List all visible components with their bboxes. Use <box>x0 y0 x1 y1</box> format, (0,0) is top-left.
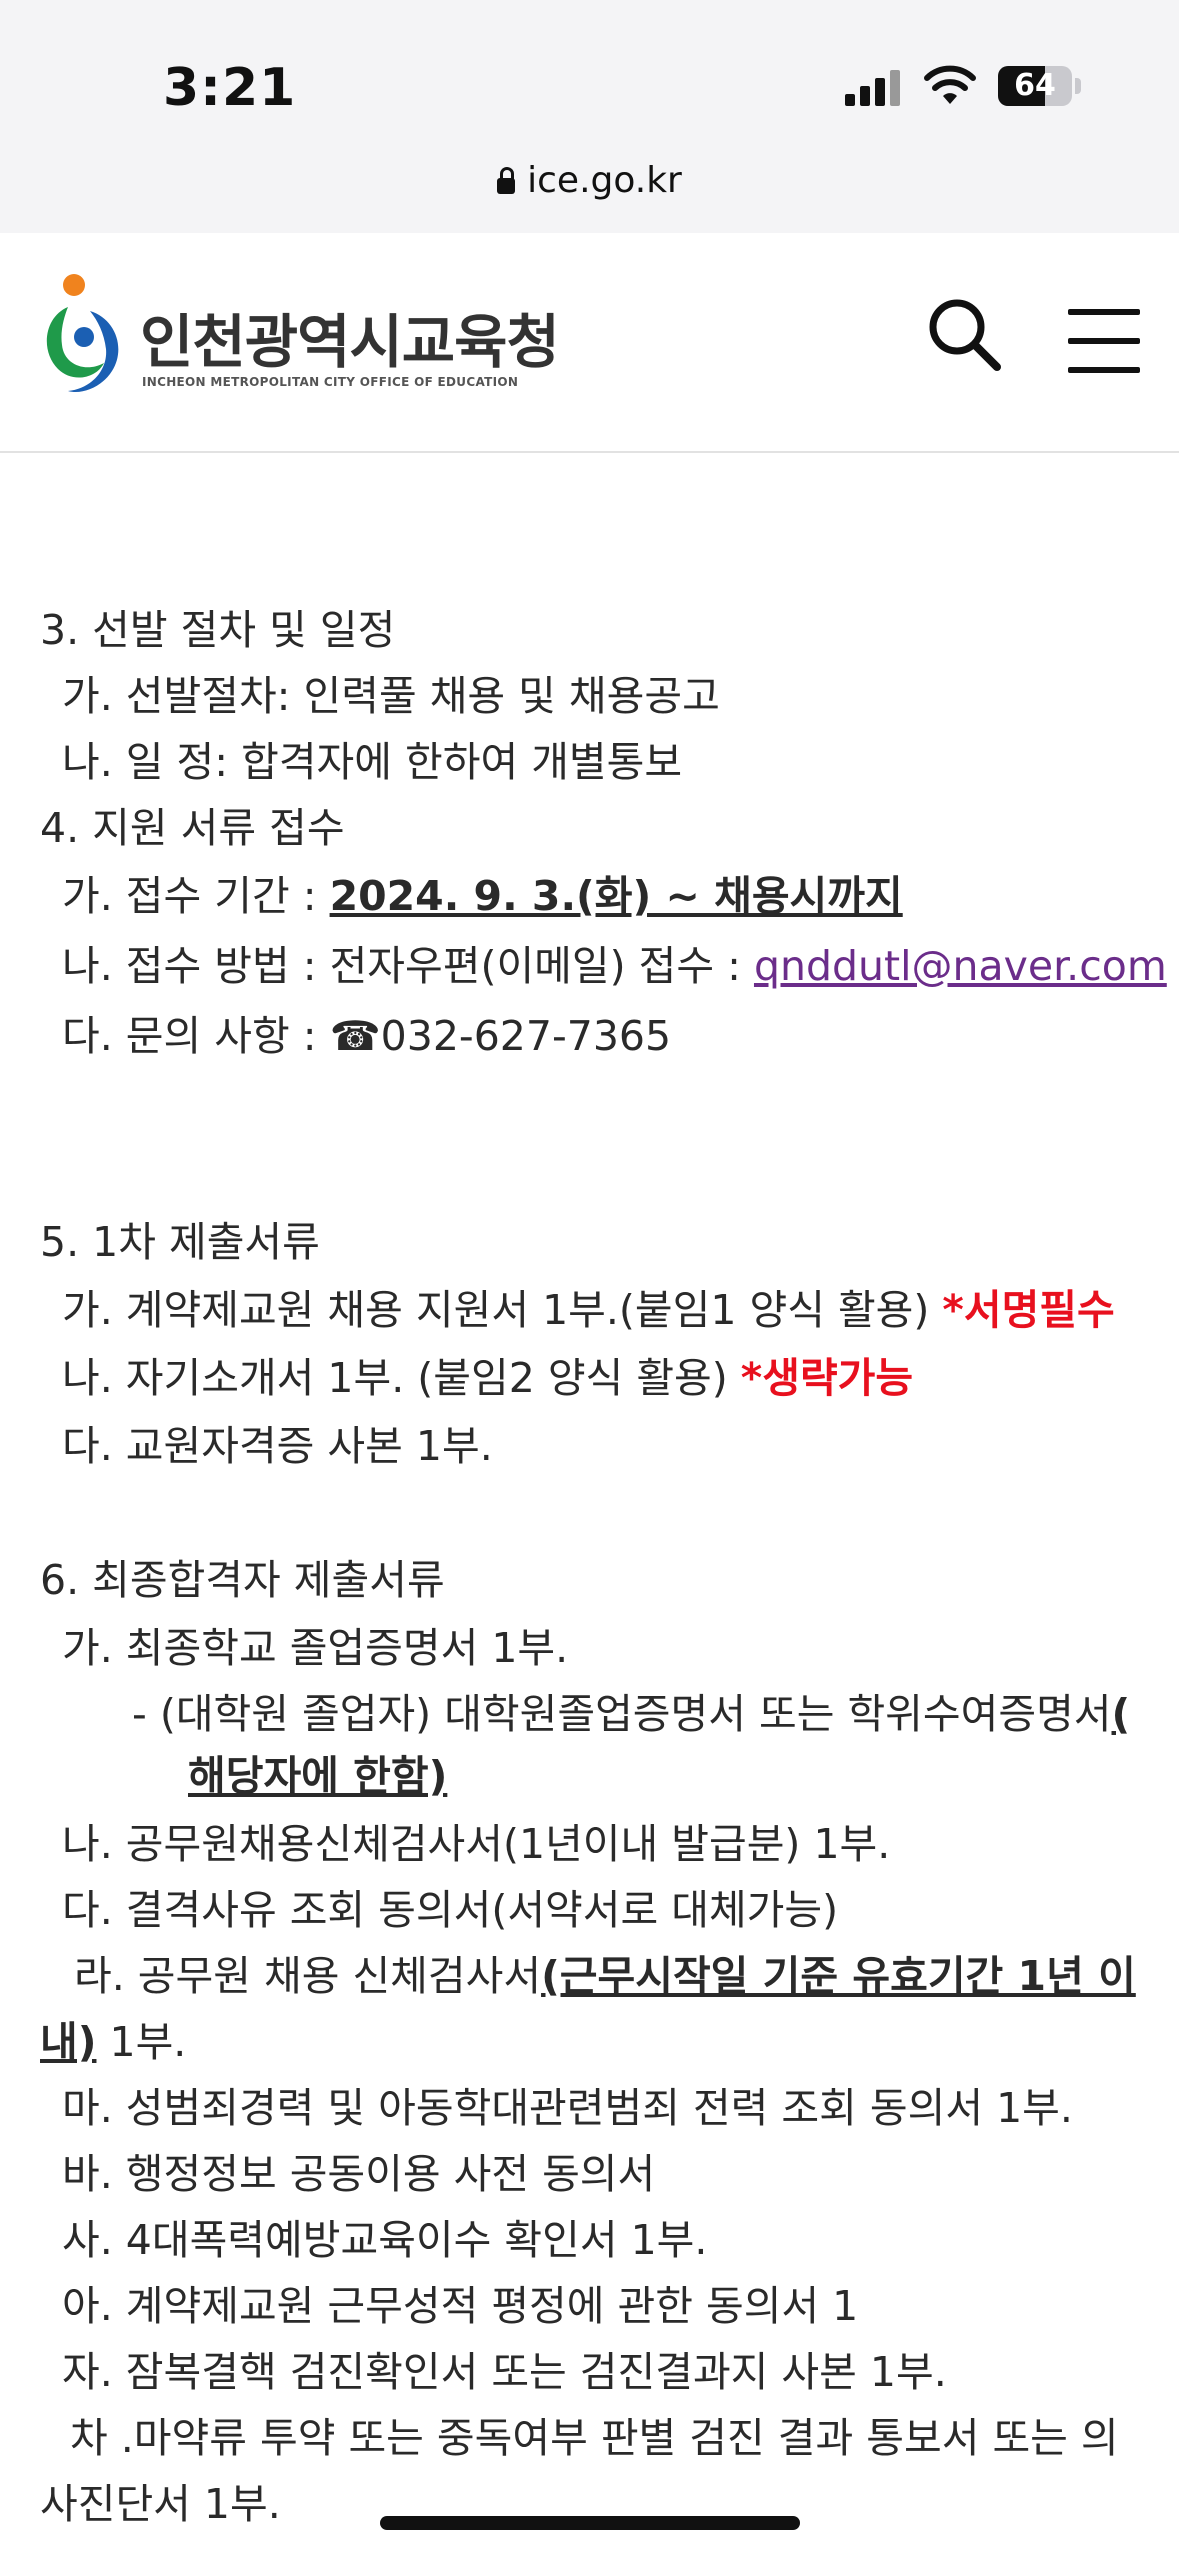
signature-required-note: *서명필수 <box>942 1286 1115 1334</box>
battery-tip <box>1075 78 1081 94</box>
battery-level: 64 <box>1014 68 1056 103</box>
section-3-item-a: 가. 선발절차: 인력풀 채용 및 채용공고 <box>62 672 720 720</box>
section-6-item-a: 가. 최종학교 졸업증명서 1부. <box>62 1624 569 1672</box>
hamburger-menu-icon[interactable] <box>1068 309 1140 373</box>
search-icon[interactable] <box>925 295 1005 375</box>
section-4-item-a: 가. 접수 기간 : 2024. 9. 3.(화) ~ 채용시까지 <box>62 866 903 926</box>
status-time: 3:21 <box>163 58 297 118</box>
section-5-item-b-text: 나. 자기소개서 1부. (붙임2 양식 활용) <box>62 1354 741 1402</box>
section-6-item-c: 다. 결격사유 조회 동의서(서약서로 대체가능) <box>62 1886 839 1934</box>
lock-icon <box>497 167 516 194</box>
section-3-item-b: 나. 일 정: 합격자에 한하여 개별통보 <box>62 738 683 786</box>
applicable-only-note: 해당자에 한함) <box>188 1752 448 1800</box>
section-6-item-d-tail: 1부. <box>96 2018 187 2066</box>
period-label: 가. 접수 기간 : <box>62 872 330 920</box>
battery-icon: 64 <box>998 66 1072 106</box>
section-6-item-g: 사. 4대폭력예방교육이수 확인서 1부. <box>62 2216 708 2264</box>
home-indicator[interactable] <box>380 2516 800 2530</box>
cellular-signal-icon <box>845 70 901 106</box>
section-6-item-h: 아. 계약제교원 근무성적 평정에 관한 동의서 1 <box>62 2282 859 2330</box>
section-6-item-d-text: 라. 공무원 채용 신체검사서 <box>74 1952 542 2000</box>
optional-note: *생략가능 <box>740 1354 914 1402</box>
section-6-item-j: 차 .마약류 투약 또는 중독여부 판별 검진 결과 통보서 또는 의 <box>70 2414 1119 2462</box>
section-6-item-d-cont: 내) 1부. <box>40 2012 186 2072</box>
browser-chrome: 3:21 64 ice.go.kr <box>0 0 1179 233</box>
section-4-title: 4. 지원 서류 접수 <box>40 804 345 852</box>
site-header: 인천광역시교육청 INCHEON METROPOLITAN CITY OFFIC… <box>0 233 1179 453</box>
section-6-item-b: 나. 공무원채용신체검사서(1년이내 발급분) 1부. <box>62 1820 891 1868</box>
section-6-item-a-sub-cont: 해당자에 한함) <box>188 1746 447 1806</box>
section-6-item-a-sub-paren: ( <box>1111 1690 1131 1738</box>
section-5-item-a-text: 가. 계약제교원 채용 지원서 1부.(붙임1 양식 활용) <box>62 1286 943 1334</box>
section-6-item-a-sub: - (대학원 졸업자) 대학원졸업증명서 또는 학위수여증명서( <box>132 1684 1130 1744</box>
section-4-item-c: 다. 문의 사항 : ☎032-627-7365 <box>62 1012 672 1060</box>
validity-note-cont: 내) <box>40 2018 97 2066</box>
site-logo-english: INCHEON METROPOLITAN CITY OFFICE OF EDUC… <box>142 375 519 389</box>
section-6-item-a-sub-text: - (대학원 졸업자) 대학원졸업증명서 또는 학위수여증명서 <box>132 1690 1112 1738</box>
wifi-icon <box>924 65 976 104</box>
section-6-item-e: 마. 성범죄경력 및 아동학대관련범죄 전력 조회 동의서 1부. <box>62 2084 1073 2132</box>
site-logo-text[interactable]: 인천광역시교육청 <box>140 295 560 379</box>
section-6-title: 6. 최종합격자 제출서류 <box>40 1556 445 1604</box>
logo-emblem-icon[interactable] <box>38 273 128 403</box>
period-value: 2024. 9. 3.(화) ~ 채용시까지 <box>329 872 903 920</box>
section-6-item-f: 바. 행정정보 공동이용 사전 동의서 <box>62 2150 656 2198</box>
section-5-title: 5. 1차 제출서류 <box>40 1218 320 1266</box>
url-bar[interactable]: ice.go.kr <box>0 160 1179 201</box>
url-text: ice.go.kr <box>527 160 682 201</box>
section-4-item-b: 나. 접수 방법 : 전자우편(이메일) 접수 : qnddutl@naver.… <box>62 936 1167 996</box>
section-6-item-d: 라. 공무원 채용 신체검사서(근무시작일 기준 유효기간 1년 이 <box>74 1946 1136 2006</box>
section-5-item-a: 가. 계약제교원 채용 지원서 1부.(붙임1 양식 활용) *서명필수 <box>62 1280 1115 1340</box>
section-6-item-j-cont: 사진단서 1부. <box>40 2480 281 2528</box>
email-link[interactable]: qnddutl@naver.com <box>754 942 1167 990</box>
section-5-item-b: 나. 자기소개서 1부. (붙임2 양식 활용) *생략가능 <box>62 1348 913 1408</box>
section-5-item-c: 다. 교원자격증 사본 1부. <box>62 1422 493 1470</box>
method-label: 나. 접수 방법 : 전자우편(이메일) 접수 : <box>62 942 754 990</box>
section-3-title: 3. 선발 절차 및 일정 <box>40 606 396 654</box>
validity-note: (근무시작일 기준 유효기간 1년 이 <box>541 1952 1136 2000</box>
section-6-item-i: 자. 잠복결핵 검진확인서 또는 검진결과지 사본 1부. <box>62 2348 947 2396</box>
